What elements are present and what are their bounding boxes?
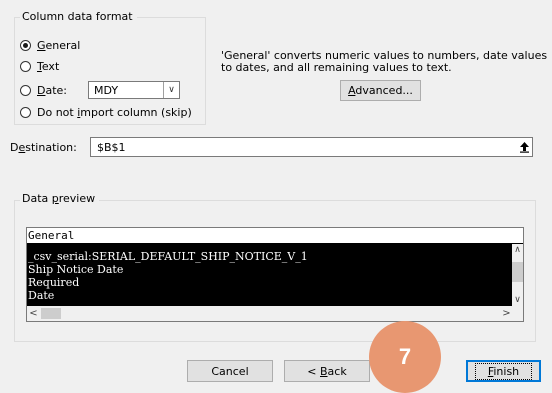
radio-skip-label: Do not import column (skip): [37, 105, 192, 119]
cancel-button[interactable]: Cancel: [187, 360, 273, 382]
preview-row: Required: [28, 276, 80, 289]
destination-value: $B$1: [97, 140, 126, 154]
radio-skip[interactable]: Do not import column (skip): [20, 103, 192, 121]
back-button[interactable]: < Back: [284, 360, 370, 382]
destination-label: Destination:: [10, 141, 77, 154]
date-format-select[interactable]: MDY ∨: [88, 81, 180, 99]
horizontal-scroll-thumb[interactable]: [41, 308, 61, 319]
scroll-left-icon[interactable]: <: [28, 306, 39, 321]
scroll-right-icon[interactable]: >: [501, 306, 512, 321]
finish-button[interactable]: Finish: [466, 360, 541, 382]
preview-row: _csv_serial:SERIAL_DEFAULT_SHIP_NOTICE_V…: [28, 250, 308, 263]
scroll-up-icon[interactable]: ∧: [512, 245, 523, 255]
vertical-scroll-thumb[interactable]: [512, 262, 523, 282]
radio-general-label: General: [37, 38, 81, 52]
column-format-legend: Column data format: [20, 10, 137, 24]
advanced-button[interactable]: Advanced...: [340, 80, 421, 101]
chevron-down-icon[interactable]: ∨: [163, 82, 179, 98]
date-format-value: MDY: [94, 83, 119, 97]
back-button-label: < Back: [307, 364, 347, 378]
data-preview-legend: Data preview: [20, 192, 100, 205]
destination-input[interactable]: $B$1: [90, 137, 533, 157]
step-number-badge: 7: [369, 321, 441, 393]
preview-column-header[interactable]: General: [27, 228, 523, 244]
radio-skip-indicator[interactable]: [20, 106, 31, 118]
data-preview-box[interactable]: General _csv_serial:SERIAL_DEFAULT_SHIP_…: [26, 227, 524, 322]
radio-date[interactable]: Date:: [20, 81, 67, 99]
horizontal-scrollbar[interactable]: < >: [27, 306, 513, 321]
vertical-scrollbar[interactable]: ∧ ∨: [512, 244, 523, 306]
radio-general[interactable]: General: [20, 36, 80, 54]
radio-text[interactable]: Text: [20, 57, 59, 75]
preview-column-data: _csv_serial:SERIAL_DEFAULT_SHIP_NOTICE_V…: [27, 244, 513, 306]
radio-date-label: Date:: [37, 83, 68, 97]
radio-date-indicator[interactable]: [20, 84, 31, 96]
cancel-button-label: Cancel: [211, 364, 249, 378]
advanced-button-label: Advanced...: [348, 84, 413, 97]
radio-text-indicator[interactable]: [20, 60, 31, 72]
collapse-dialog-icon[interactable]: [518, 139, 531, 155]
radio-general-indicator[interactable]: [20, 39, 31, 51]
preview-row: Date: [28, 289, 55, 302]
finish-button-label: Finish: [474, 362, 533, 380]
format-description: 'General' converts numeric values to num…: [221, 49, 548, 74]
radio-text-label: Text: [37, 59, 60, 73]
preview-row: Ship Notice Date: [28, 263, 124, 276]
scrollbar-corner: [512, 306, 523, 321]
scroll-down-icon[interactable]: ∨: [512, 295, 523, 305]
